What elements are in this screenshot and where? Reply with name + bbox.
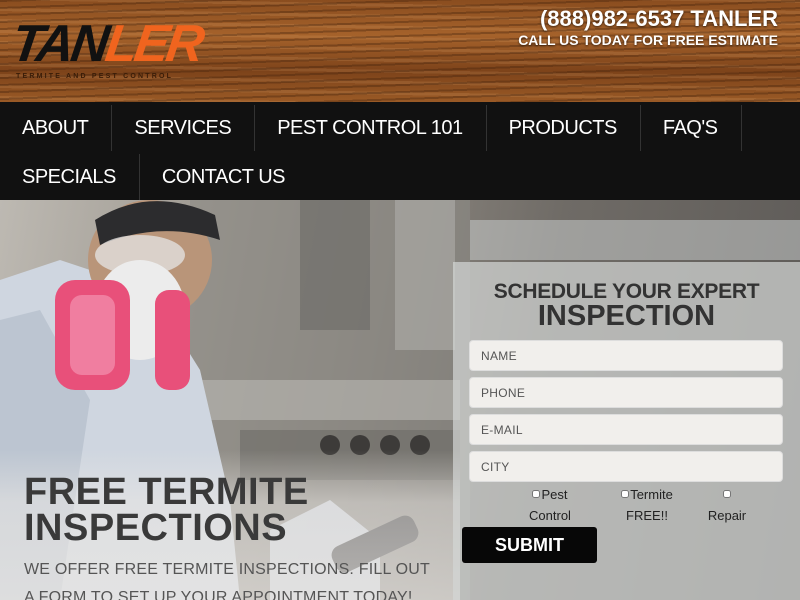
hero-title-line-2: INSPECTIONS (24, 507, 288, 549)
main-nav: ABOUT SERVICES PEST CONTROL 101 PRODUCTS… (0, 102, 800, 200)
city-field[interactable] (469, 451, 783, 482)
inspection-form: SCHEDULE YOUR EXPERT INSPECTION Pest Con… (453, 262, 800, 600)
submit-button[interactable]: SUBMIT (462, 527, 597, 563)
termite-label-1: Termite (630, 487, 673, 502)
nav-item-products[interactable]: PRODUCTS (487, 105, 641, 151)
hero-subtitle: WE OFFER FREE TERMITE INSPECTIONS. FILL … (24, 561, 430, 600)
termite-label-2: FREE!! (626, 508, 668, 523)
logo-part-2: LER (101, 15, 206, 73)
nav-item-faqs[interactable]: FAQ'S (641, 105, 742, 151)
nav-item-about[interactable]: ABOUT (0, 105, 113, 151)
nav-item-specials[interactable]: SPECIALS (0, 154, 140, 200)
logo-tagline: TERMITE AND PEST CONTROL (16, 73, 174, 80)
logo-part-1: TAN (7, 15, 111, 73)
phone-number[interactable]: (888)982-6537 TANLER (540, 6, 778, 32)
option-repair: Repair (699, 484, 755, 526)
repair-checkbox[interactable] (722, 490, 731, 498)
site-header: TANLER TERMITE AND PEST CONTROL (888)982… (0, 0, 800, 102)
tanler-logo[interactable]: TANLER TERMITE AND PEST CONTROL (8, 14, 205, 84)
nav-item-pest-control-101[interactable]: PEST CONTROL 101 (255, 105, 487, 151)
pest-control-label-2: Control (529, 508, 571, 523)
pest-control-checkbox[interactable] (532, 490, 541, 498)
option-termite: Termite FREE!! (611, 484, 683, 526)
repair-label-2: Repair (707, 508, 747, 523)
form-title-line-2: INSPECTION (537, 300, 716, 332)
name-field[interactable] (469, 340, 783, 371)
hero-title: FREE TERMITE INSPECTIONS (24, 471, 444, 549)
nav-row-1: ABOUT SERVICES PEST CONTROL 101 PRODUCTS… (0, 105, 742, 151)
termite-checkbox[interactable] (621, 490, 630, 498)
hero-section: FREE TERMITE INSPECTIONS WE OFFER FREE T… (0, 200, 800, 600)
option-pest-control: Pest Control (517, 484, 583, 526)
email-field[interactable] (469, 414, 783, 445)
nav-row-2: SPECIALS CONTACT US (0, 154, 308, 200)
nav-item-services[interactable]: SERVICES (112, 105, 256, 151)
nav-item-contact-us[interactable]: CONTACT US (140, 154, 308, 200)
call-to-action-text: CALL US TODAY FOR FREE ESTIMATE (518, 32, 778, 48)
hero-title-line-1: FREE TERMITE (24, 471, 309, 513)
logo-wordmark: TANLER (8, 14, 205, 74)
phone-field[interactable] (469, 377, 783, 408)
pest-control-label-1: Pest (541, 487, 568, 502)
